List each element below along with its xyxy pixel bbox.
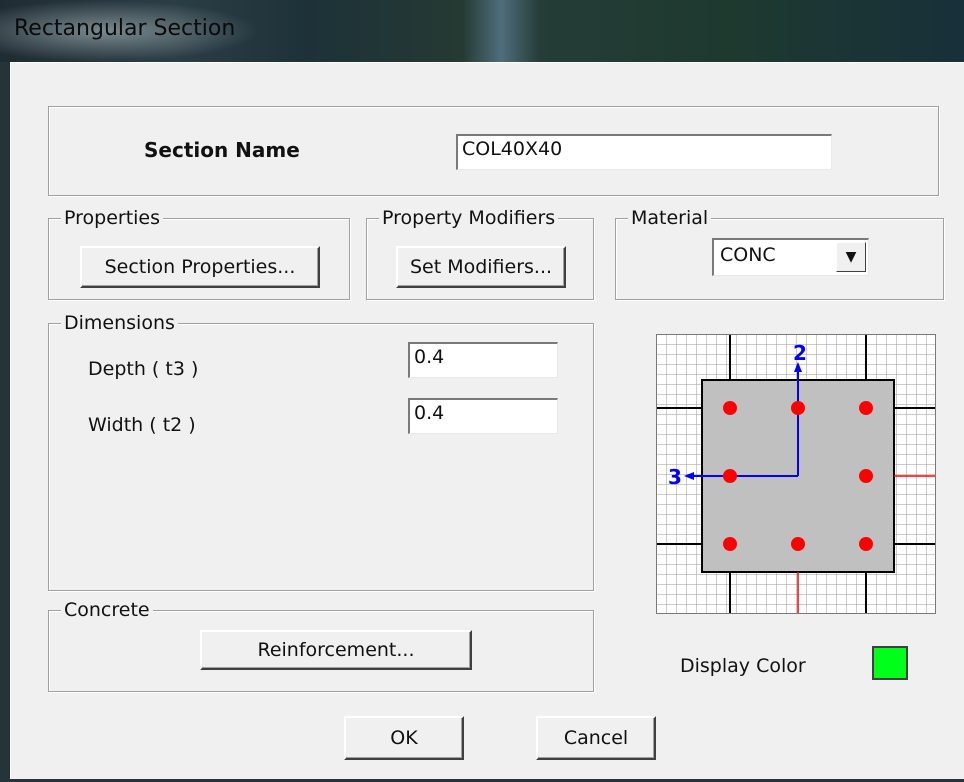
rebar-dot xyxy=(723,401,737,415)
rebar-dot xyxy=(723,469,737,483)
section-name-input[interactable]: COL40X40 xyxy=(456,134,832,170)
cancel-button[interactable]: Cancel xyxy=(536,716,656,760)
section-preview: 2 3 xyxy=(656,334,936,614)
chevron-down-icon[interactable]: ▼ xyxy=(836,242,866,272)
set-modifiers-button[interactable]: Set Modifiers... xyxy=(396,246,566,288)
depth-label: Depth ( t3 ) xyxy=(88,358,199,380)
dimensions-legend: Dimensions xyxy=(61,312,178,334)
property-modifiers-legend: Property Modifiers xyxy=(379,207,559,229)
axis-3-label: 3 xyxy=(668,465,682,489)
properties-legend: Properties xyxy=(61,207,164,229)
ok-button[interactable]: OK xyxy=(344,716,464,760)
axis-2-label: 2 xyxy=(793,341,807,365)
display-color-label: Display Color xyxy=(680,655,806,677)
rebar-dot xyxy=(859,537,873,551)
concrete-legend: Concrete xyxy=(61,599,153,621)
rebar-dot xyxy=(791,401,805,415)
width-input[interactable]: 0.4 xyxy=(408,398,558,434)
window-title: Rectangular Section xyxy=(14,16,236,41)
rebar-dot xyxy=(723,537,737,551)
rebar-dot xyxy=(859,401,873,415)
width-label: Width ( t2 ) xyxy=(88,414,196,436)
section-name-label: Section Name xyxy=(144,138,300,162)
display-color-swatch[interactable] xyxy=(872,646,908,680)
title-bar: Rectangular Section xyxy=(0,0,964,62)
section-properties-button[interactable]: Section Properties... xyxy=(80,246,320,288)
rebar-dot xyxy=(859,469,873,483)
material-select[interactable]: CONC ▼ xyxy=(712,238,869,276)
rebar-dot xyxy=(791,537,805,551)
reinforcement-button[interactable]: Reinforcement... xyxy=(200,630,472,670)
depth-input[interactable]: 0.4 xyxy=(408,342,558,378)
material-legend: Material xyxy=(628,207,712,229)
material-selected-value: CONC xyxy=(720,244,776,266)
